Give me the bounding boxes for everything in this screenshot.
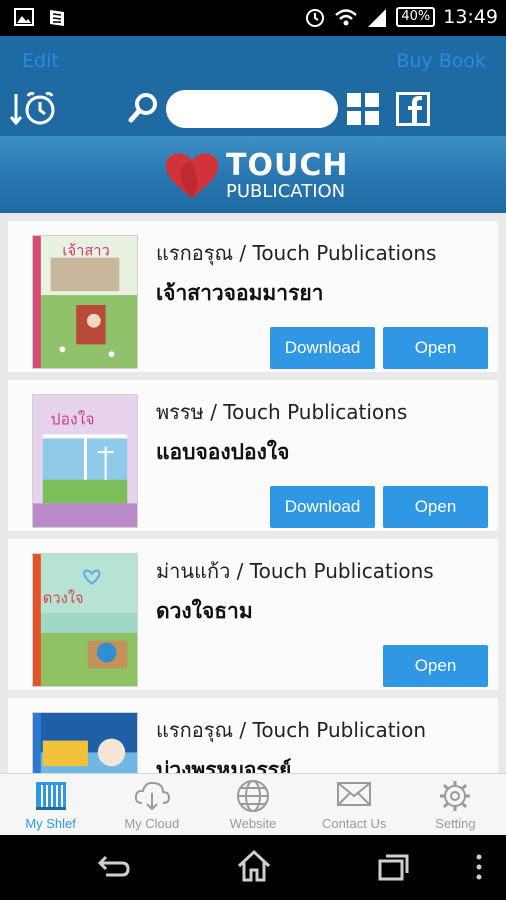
globe-icon — [237, 780, 269, 812]
book-title: ดวงใจธาม — [156, 599, 253, 623]
image-notification-icon — [14, 8, 34, 26]
tab-label: Website — [229, 816, 277, 831]
book-cover-image: ดวงใจ — [32, 553, 138, 687]
open-button[interactable]: Open — [383, 486, 488, 528]
tab-label: My Shlef — [25, 816, 76, 831]
buy-book-button[interactable]: Buy Book — [396, 50, 486, 72]
download-button[interactable]: Download — [270, 486, 375, 528]
book-list[interactable]: เจ้าสาว แรกอรุณ / Touch Publications เจ้… — [0, 213, 506, 773]
tab-label: My Cloud — [124, 816, 180, 831]
svg-text:ปองใจ: ปองใจ — [51, 410, 95, 429]
signal-icon — [368, 9, 387, 27]
overflow-menu-icon[interactable] — [474, 853, 484, 881]
battery-indicator: 40% — [396, 7, 436, 27]
facebook-icon[interactable] — [396, 92, 430, 126]
svg-text:ดวงใจ: ดวงใจ — [43, 589, 84, 607]
book-title: บ่วงพรหมจรรย์ — [156, 758, 292, 773]
tab-label: Contact Us — [322, 816, 387, 831]
tab-website[interactable]: Website — [202, 774, 303, 835]
book-author: พรรษ / Touch Publications — [156, 400, 408, 424]
brand-name: TOUCH — [226, 148, 349, 183]
status-bar: 40% 13:49 — [0, 0, 506, 36]
sort-alarm-icon[interactable] — [10, 90, 58, 128]
book-item[interactable]: เจ้าสาว แรกอรุณ / Touch Publications เจ้… — [8, 221, 498, 372]
search-input[interactable] — [166, 90, 338, 128]
alarm-status-icon — [306, 9, 325, 27]
bottom-tab-bar: My Shlef My Cloud Website Contact Us Set… — [0, 773, 506, 835]
mail-icon — [337, 782, 372, 806]
book-cover-image: เจ้าสาว — [32, 235, 138, 369]
cloud-download-icon — [134, 781, 170, 811]
tab-contact-us[interactable]: Contact Us — [304, 774, 405, 835]
book-author: ม่านแก้ว / Touch Publications — [156, 559, 434, 583]
book-author: แรกอรุณ / Touch Publications — [156, 241, 437, 265]
book-author: แรกอรุณ / Touch Publication — [156, 718, 427, 742]
book-item[interactable]: ปองใจ พรรษ / Touch Publications แอบจองปอ… — [8, 380, 498, 531]
app-notification-icon — [50, 10, 64, 26]
search-icon[interactable] — [128, 92, 158, 124]
tab-label: Setting — [435, 816, 476, 831]
gear-icon — [440, 781, 471, 811]
brand-banner: TOUCH PUBLICATION — [0, 136, 506, 213]
wifi-icon — [335, 9, 358, 26]
heart-logo-icon — [165, 153, 219, 198]
recent-apps-icon[interactable] — [378, 853, 410, 881]
book-title: แอบจองปองใจ — [156, 440, 290, 464]
tab-my-shelf[interactable]: My Shlef — [0, 774, 101, 835]
edit-button[interactable]: Edit — [22, 50, 59, 72]
book-cover-image: ปองใจ — [32, 394, 138, 528]
clock: 13:49 — [443, 6, 498, 28]
home-icon[interactable] — [236, 849, 272, 883]
book-title: เจ้าสาวจอมมารยา — [156, 281, 324, 305]
grid-view-icon[interactable] — [346, 92, 380, 126]
tab-my-cloud[interactable]: My Cloud — [101, 774, 202, 835]
open-button[interactable]: Open — [383, 645, 488, 687]
back-icon[interactable] — [96, 851, 132, 881]
book-item[interactable]: แรกอรุณ / Touch Publication บ่วงพรหมจรรย… — [8, 698, 498, 773]
download-button[interactable]: Download — [270, 327, 375, 369]
brand-subtitle: PUBLICATION — [226, 181, 346, 202]
system-nav-bar — [0, 835, 506, 900]
bookshelf-icon — [35, 782, 66, 810]
open-button[interactable]: Open — [383, 327, 488, 369]
tab-setting[interactable]: Setting — [405, 774, 506, 835]
book-item[interactable]: ดวงใจ ม่านแก้ว / Touch Publications ดวงใ… — [8, 539, 498, 690]
book-cover-image — [32, 712, 138, 773]
svg-text:เจ้าสาว: เจ้าสาว — [62, 243, 109, 260]
app-header: Edit Buy Book — [0, 36, 506, 136]
